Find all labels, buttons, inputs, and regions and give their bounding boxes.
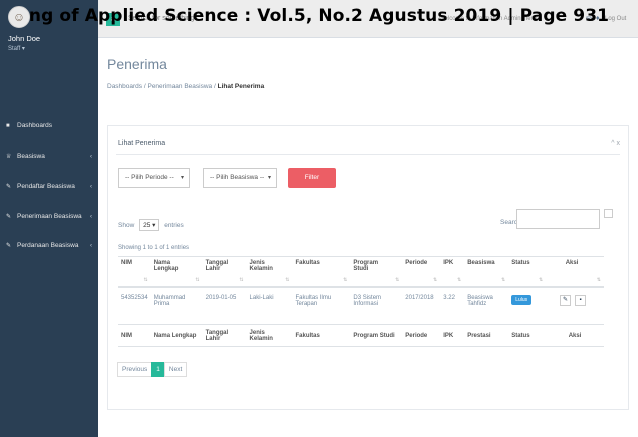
sidebar-item-beasiswa[interactable]: ♕ Beasiswa ‹ (0, 147, 98, 166)
table-search-input[interactable] (516, 209, 600, 229)
column-header[interactable]: Program Studi ⇅ (350, 256, 403, 288)
column-header[interactable]: Jenis Kelamin ⇅ (246, 256, 293, 288)
entries-select[interactable]: 25 ▾ (139, 219, 160, 231)
breadcrumb: Dashboards / Penerimaan Beasiswa / Lihat… (107, 83, 265, 90)
cell-aksi: ✎ ▪ (546, 286, 604, 325)
profile-role-dropdown[interactable]: Staff ▾ (8, 45, 98, 52)
cell-nim: 54352534 (118, 286, 151, 325)
cell-beasiswa: Beasiswa Tahfidz (464, 286, 509, 325)
trophy-icon: ♕ (6, 154, 12, 160)
cell-status: Lulus (508, 286, 547, 325)
penerima-table: NIM ⇅ Nama Lengkap ⇅ Tanggal Lahir ⇅ Jenis … (118, 256, 604, 347)
footer-header: Periode (402, 324, 441, 347)
sidebar-item-pendaftar-beasiswa[interactable]: ✎ Pendaftar Beasiswa ‹ (0, 177, 98, 196)
caret-down-icon: ▾ (180, 175, 184, 181)
cell-ipk: 3.22 (440, 286, 465, 325)
divider (116, 154, 620, 155)
table-info: Showing 1 to 1 of 1 entries (118, 245, 190, 251)
beasiswa-select[interactable]: -- Pilih Beasiswa -- ▾ (203, 168, 277, 188)
delete-button[interactable]: ▪ (575, 294, 587, 306)
column-header[interactable]: Tanggal Lahir ⇅ (202, 256, 247, 288)
journal-header: ng of Applied Science : Vol.5, No.2 Agus… (28, 6, 610, 26)
show-entries: Show 25 ▾ entries (118, 219, 184, 231)
footer-header: Program Studi (350, 324, 403, 347)
chevron-left-icon: ‹ (90, 153, 92, 160)
status-badge: Lulus (511, 294, 532, 305)
edit-icon: ✎ (6, 243, 12, 249)
pagination: Previous 1 Next (117, 362, 188, 377)
breadcrumb-current: Lihat Penerima (217, 83, 265, 90)
table-header-row: NIM ⇅ Nama Lengkap ⇅ Tanggal Lahir ⇅ Jenis … (118, 256, 604, 288)
edit-icon: ✎ (6, 184, 12, 190)
footer-header: Jenis Kelamin (246, 324, 293, 347)
pencil-icon: ✎ (563, 296, 569, 303)
page-title: Penerima (107, 56, 167, 72)
column-header[interactable]: Nama Lengkap ⇅ (150, 256, 203, 288)
column-header[interactable]: IPK ⇅ (440, 256, 465, 288)
beasiswa-select-value: -- Pilih Beasiswa -- (210, 174, 265, 181)
periode-select[interactable]: -- Pilih Periode -- ▾ (118, 168, 190, 188)
periode-select-value: -- Pilih Periode -- (125, 174, 174, 181)
sidebar-item-perdanaan-beasiswa[interactable]: ✎ Perdanaan Beasiswa ‹ (0, 236, 98, 255)
sidebar: ☺ John Doe Staff ▾ ■ Dashboards ♕ Beasis… (0, 0, 98, 437)
sidebar-item-label: Beasiswa (17, 153, 45, 160)
table-footer-row: NIM Nama Lengkap Tanggal Lahir Jenis Kel… (118, 324, 604, 347)
cell-jenis-kelamin: Laki-Laki (246, 286, 293, 325)
footer-header: Tanggal Lahir (202, 324, 247, 347)
column-header[interactable]: Beasiswa ⇅ (464, 256, 509, 288)
chevron-left-icon: ‹ (90, 242, 92, 249)
sidebar-item-label: Dashboards (17, 122, 53, 129)
search-checkbox[interactable] (604, 209, 613, 218)
profile-name: John Doe (8, 34, 41, 43)
show-entries-prefix: Show (118, 222, 135, 229)
pagination-page[interactable]: 1 (151, 362, 165, 377)
cell-prodi: D3 Sistem Informasi (350, 286, 403, 325)
column-header[interactable]: Periode ⇅ (402, 256, 441, 288)
column-header[interactable]: Status ⇅ (508, 256, 547, 288)
panel-tools[interactable]: ^ x (611, 140, 620, 147)
filter-button[interactable]: Filter (288, 168, 336, 188)
cell-nama: Muhammad Prima (150, 286, 203, 325)
sidebar-item-dashboards[interactable]: ■ Dashboards (0, 116, 98, 135)
pagination-next[interactable]: Next (163, 362, 188, 377)
footer-header: NIM (118, 324, 151, 347)
table-row: 54352534 Muhammad Prima 2019-01-05 Laki-… (118, 286, 604, 325)
footer-header: IPK (440, 324, 465, 347)
footer-header: Fakultas (292, 324, 351, 347)
trash-icon: ▪ (579, 296, 582, 303)
edit-icon: ✎ (6, 214, 12, 220)
cell-tanggal-lahir: 2019-01-05 (202, 286, 247, 325)
sidebar-item-label: Pendaftar Beasiswa (17, 183, 75, 190)
sidebar-item-penerimaan-beasiswa[interactable]: ✎ Penerimaan Beasiswa ‹ (0, 207, 98, 226)
column-header[interactable]: Fakultas ⇅ (292, 256, 351, 288)
show-entries-suffix: entries (164, 222, 184, 229)
footer-header: Nama Lengkap (150, 324, 203, 347)
footer-header: Status (508, 324, 547, 347)
chevron-left-icon: ‹ (90, 213, 92, 220)
panel-title: Lihat Penerima (118, 140, 166, 147)
chevron-left-icon: ‹ (90, 183, 92, 190)
cell-fakultas: Fakultas Ilmu Terapan (292, 286, 351, 325)
edit-button[interactable]: ✎ (560, 294, 572, 306)
column-header[interactable]: NIM ⇅ (118, 256, 151, 288)
footer-header: Aksi (546, 324, 604, 347)
content-panel: Lihat Penerima ^ x -- Pilih Periode -- ▾… (107, 125, 629, 410)
column-header[interactable]: Aksi ⇅ (546, 256, 604, 288)
caret-down-icon: ▾ (267, 175, 271, 181)
cell-periode: 2017/2018 (402, 286, 441, 325)
home-icon: ■ (6, 122, 10, 129)
pagination-previous[interactable]: Previous (117, 362, 153, 377)
sidebar-item-label: Perdanaan Beasiswa (17, 242, 79, 249)
sidebar-item-label: Penerimaan Beasiswa (17, 213, 82, 220)
footer-header: Prestasi (464, 324, 509, 347)
entries-select-value: 25 (143, 222, 151, 229)
breadcrumb-item[interactable]: Dashboards (107, 83, 142, 90)
breadcrumb-item[interactable]: Penerimaan Beasiswa (147, 83, 212, 90)
